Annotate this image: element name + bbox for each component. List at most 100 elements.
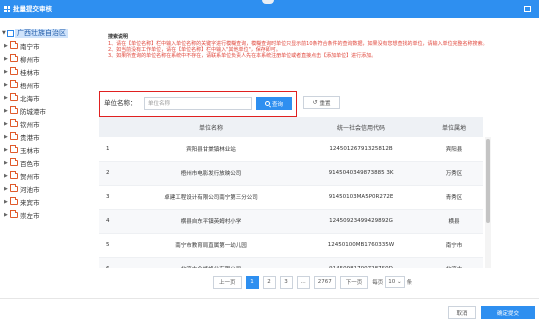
tree-item[interactable]: ▶ 钦州市: [4, 119, 40, 129]
tree-item[interactable]: ▶ 百色市: [4, 158, 40, 168]
results-table: 单位名称 统一社会信用代码 单位属地 1 宾阳县甘棠镇林业站 12450126791…: [99, 117, 491, 268]
row-region: 万秀区: [425, 161, 483, 186]
tree-item[interactable]: ▶ 梧州市: [4, 80, 40, 90]
folder-icon: [10, 54, 18, 62]
row-region: 北流市: [425, 257, 483, 268]
cancel-button[interactable]: 取消: [448, 306, 476, 319]
column-header-credit-code: 统一社会信用代码: [297, 117, 425, 137]
scrollbar-thumb[interactable]: [486, 139, 490, 223]
tree-item[interactable]: ▶ 柳州市: [4, 54, 40, 64]
confirm-submit-button[interactable]: 确定提交: [481, 306, 535, 319]
unit-name-input[interactable]: [144, 97, 252, 110]
row-region: 横县: [425, 209, 483, 234]
row-index: 2: [99, 161, 125, 186]
tree-item-label: 河池市: [20, 186, 40, 194]
search-instructions: 搜索说明 1、请在【单位名称】栏中输入单位名称的关键字进行模糊查询，模糊查询时单…: [108, 34, 498, 59]
per-page-select[interactable]: 10 ⌄: [385, 276, 405, 288]
tree-item-label: 贵港市: [20, 134, 40, 142]
window-title: 批量提交审核: [13, 5, 52, 13]
table-header-row: 单位名称 统一社会信用代码 单位属地: [99, 117, 483, 137]
next-page-button[interactable]: 下一页: [339, 275, 369, 289]
pagination: 上一页 1 2 3 ... 2767 下一页 每页 10 ⌄ 条: [213, 275, 412, 289]
search-button[interactable]: 查询: [256, 97, 292, 110]
tree-item-label: 来宾市: [20, 199, 40, 207]
row-region: 青秀区: [425, 185, 483, 210]
tree-item-label: 梧州市: [20, 82, 40, 90]
column-header-name: 单位名称: [125, 117, 297, 137]
tree-item-label: 崇左市: [20, 212, 40, 220]
folder-icon: [10, 41, 18, 49]
folder-icon: [10, 119, 18, 127]
row-index: 4: [99, 209, 125, 234]
folder-icon: [10, 184, 18, 192]
tree-item[interactable]: ▶ 河池市: [4, 184, 40, 194]
column-header-index: [99, 117, 125, 137]
instructions-heading: 搜索说明: [108, 34, 129, 40]
tree-root-item[interactable]: ▼ 广西壮族自治区: [2, 28, 68, 38]
row-region: 宾阳县: [425, 137, 483, 162]
reset-icon: ↺: [312, 99, 318, 106]
folder-icon: [10, 158, 18, 166]
row-index: 3: [99, 185, 125, 210]
table-row[interactable]: 3 卓建工程设计有限公司南宁第三分公司 91450103MA5P0R272E 青秀区: [99, 185, 483, 210]
row-index: 6: [99, 257, 125, 268]
tree-item[interactable]: ▶ 南宁市: [4, 41, 40, 51]
tree-item[interactable]: ▶ 防城港市: [4, 106, 46, 116]
prev-page-button[interactable]: 上一页: [213, 275, 242, 289]
page-button-last[interactable]: 2767: [313, 275, 336, 289]
reset-button-label: 重置: [319, 100, 331, 107]
row-unit-name: 北流市全峰蜂业有限公司: [125, 257, 297, 268]
table-row[interactable]: 6北流市全峰蜂业有限公司914509817007287S0D北流市: [99, 257, 483, 268]
page-ellipsis[interactable]: ...: [296, 275, 310, 289]
tree-item[interactable]: ▶ 北海市: [4, 93, 40, 103]
tree-item[interactable]: ▶ 来宾市: [4, 197, 40, 207]
table-row[interactable]: 1 宾阳县甘棠镇林业站 12450126791325812B 宾阳县: [99, 137, 483, 162]
tree-item-label: 柳州市: [20, 56, 40, 64]
instruction-line: 3、如果所查询的单位名称在系统中不存在，请联系单位负责人先在本系统注册单位或者直…: [108, 53, 377, 59]
per-page-prefix: 每页: [372, 280, 384, 286]
per-page-suffix: 条: [406, 280, 413, 286]
folder-icon: [10, 93, 18, 101]
row-unit-name: 梧州市电影发行放映公司: [125, 161, 297, 186]
row-unit-name: 横县自东平镇英姆村小学: [125, 209, 297, 234]
tree-item[interactable]: ▶ 玉林市: [4, 145, 40, 155]
row-unit-name: 南宁市教育局直属第一幼儿园: [125, 233, 297, 258]
reset-button[interactable]: ↺ 重置: [303, 96, 340, 109]
maximize-icon[interactable]: [524, 6, 531, 12]
page-button-2[interactable]: 2: [262, 275, 276, 289]
checkbox-icon[interactable]: [7, 29, 14, 37]
per-page-value: 10: [388, 279, 396, 285]
table-scrollbar[interactable]: [485, 137, 491, 268]
row-credit-code: 914509817007287S0D: [297, 257, 425, 268]
row-index: 1: [99, 137, 125, 162]
tree-item-label: 钦州市: [20, 121, 40, 129]
tree-item-label: 南宁市: [20, 43, 40, 51]
tree-item[interactable]: ▶ 贵港市: [4, 132, 40, 142]
tree-item[interactable]: ▶ 贺州市: [4, 171, 40, 181]
tree-item[interactable]: ▶ 崇左市: [4, 210, 40, 220]
tree-item-label: 防城港市: [20, 108, 46, 116]
table-row[interactable]: 2 梧州市电影发行放映公司 9145040349873885 3K 万秀区: [99, 161, 483, 186]
row-credit-code: 9145040349873885 3K: [297, 161, 425, 186]
row-credit-code: 12450126791325812B: [297, 137, 425, 162]
row-region: 南宁市: [425, 233, 483, 258]
tree-item-label: 百色市: [20, 160, 40, 168]
table-row[interactable]: 5 南宁市教育局直属第一幼儿园 12450100MB1760335W 南宁市: [99, 233, 483, 258]
search-button-label: 查询: [271, 101, 283, 108]
region-tree: ▼ 广西壮族自治区 ▶ 南宁市 ▶ 柳州市 ▶ 桂林市 ▶ 梧州市 ▶ 北海市 ▶ 防城港市…: [0, 24, 98, 294]
tree-item-label: 玉林市: [20, 147, 40, 155]
row-credit-code: 91450103MA5P0R272E: [297, 185, 425, 210]
search-bar: 单位名称： 查询: [99, 91, 297, 117]
per-page-control: 每页 10 ⌄ 条: [372, 276, 412, 288]
row-credit-code: 12450100MB1760335W: [297, 233, 425, 258]
table-row[interactable]: 4 横县自东平镇英姆村小学 12450923499429892G 横县: [99, 209, 483, 234]
row-unit-name: 卓建工程设计有限公司南宁第三分公司: [125, 185, 297, 210]
tree-item[interactable]: ▶ 桂林市: [4, 67, 40, 77]
column-header-region: 单位属地: [425, 117, 483, 137]
row-credit-code: 12450923499429892G: [297, 209, 425, 234]
folder-icon: [10, 67, 18, 75]
folder-icon: [10, 171, 18, 179]
page-button-3[interactable]: 3: [279, 275, 293, 289]
page-button-1[interactable]: 1: [245, 275, 259, 289]
tree-item-label: 贺州市: [20, 173, 40, 181]
